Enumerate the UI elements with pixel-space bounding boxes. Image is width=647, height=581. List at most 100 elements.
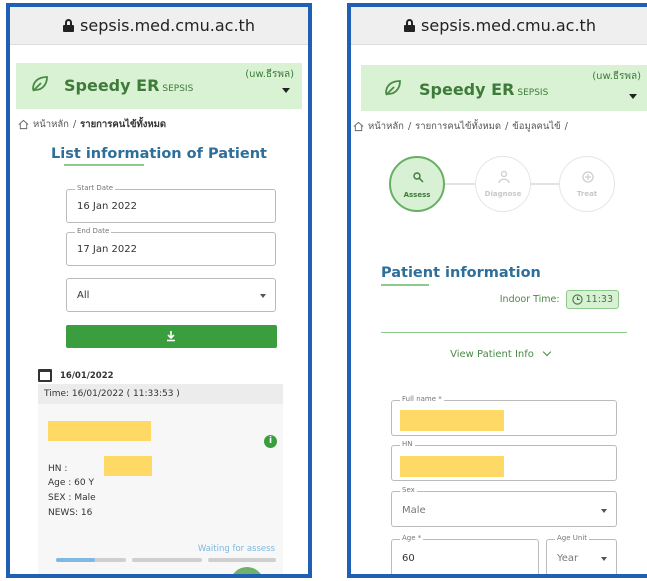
download-button[interactable] <box>66 325 277 348</box>
breadcrumb-current: รายการคนไข้ทั้งหมด <box>80 119 167 130</box>
leaf-logo-icon <box>385 80 401 96</box>
step-label: Assess <box>403 191 431 199</box>
start-date-value: 16 Jan 2022 <box>77 201 137 212</box>
indoor-time-value: 11:33 <box>585 294 613 305</box>
chevron-down-icon <box>542 347 552 357</box>
start-date-label: Start Date <box>75 184 116 192</box>
lock-icon <box>404 19 416 32</box>
user-name: (uw.ธีรพล) <box>245 69 294 80</box>
step-treat[interactable]: Treat <box>559 156 615 212</box>
sex-select[interactable]: Sex Male <box>391 486 617 527</box>
screen-patient-list: sepsis.med.cmu.ac.th Speedy ER SEPSIS (uw… <box>10 7 308 574</box>
age-unit-select[interactable]: Age Unit Year <box>546 534 617 574</box>
info-icon[interactable]: i <box>264 435 277 448</box>
end-date-value: 17 Jan 2022 <box>77 244 137 255</box>
status-filter-value: All <box>77 290 90 301</box>
download-icon <box>167 331 175 342</box>
view-patient-info-label: View Patient Info <box>450 349 534 360</box>
phone-frame-right: sepsis.med.cmu.ac.th Speedy ER SEPSIS (uw… <box>347 3 647 578</box>
step-assess[interactable]: Assess <box>389 156 445 212</box>
treat-icon <box>582 171 594 183</box>
screen-patient-info: sepsis.med.cmu.ac.th Speedy ER SEPSIS (uw… <box>351 7 647 574</box>
section-divider <box>381 332 627 333</box>
dropdown-caret-icon <box>260 294 266 298</box>
leaf-logo-icon <box>32 76 48 92</box>
step-label: Diagnose <box>484 190 522 198</box>
breadcrumb-sep: / <box>407 121 412 132</box>
assess-icon <box>413 172 424 183</box>
card-hn: HN : <box>48 464 68 474</box>
breadcrumb: หน้าหลัก / รายการคนไข้ทั้งหมด <box>10 109 308 132</box>
hn-label: HN <box>400 440 415 448</box>
home-icon[interactable] <box>18 119 29 130</box>
breadcrumb-sep: / <box>505 121 509 132</box>
indoor-time: Indoor Time: 11:33 <box>500 290 619 309</box>
redacted-hn <box>104 456 152 476</box>
breadcrumb-sep: / <box>564 121 568 132</box>
card-time: Time: 16/01/2022 ( 11:33:53 ) <box>38 384 283 404</box>
age-value: 60 <box>402 553 415 564</box>
date-group-header: 16/01/2022 <box>38 369 114 382</box>
step-diagnose[interactable]: Diagnose <box>475 156 531 212</box>
age-unit-label: Age Unit <box>555 534 590 542</box>
url-text: sepsis.med.cmu.ac.th <box>421 16 596 35</box>
card-sex: SEX : Male <box>48 493 96 503</box>
app-header: Speedy ER SEPSIS (uw.ธีรพล) <box>16 63 302 109</box>
brand-name: Speedy ER SEPSIS <box>419 80 549 99</box>
dropdown-caret-icon <box>601 509 607 513</box>
age-field[interactable]: Age * 60 <box>391 534 539 574</box>
progress-track-2 <box>132 558 202 562</box>
breadcrumb: หน้าหลัก / รายการคนไข้ทั้งหมด / ข้อมูลคน… <box>351 111 647 134</box>
title-underline <box>64 164 144 166</box>
user-menu-caret-icon[interactable] <box>629 94 637 99</box>
brand-name: Speedy ER SEPSIS <box>64 76 194 95</box>
sex-label: Sex <box>400 486 417 494</box>
date-group-label: 16/01/2022 <box>60 370 114 381</box>
age-label: Age * <box>400 534 424 542</box>
fullname-label: Full name * <box>400 395 444 403</box>
view-patient-info-toggle[interactable]: View Patient Info <box>351 347 647 360</box>
diagnose-icon <box>498 170 510 184</box>
app-header: Speedy ER SEPSIS (uw.ธีรพล) <box>361 65 647 111</box>
breadcrumb-current: ข้อมูลคนไข้ <box>512 121 561 132</box>
card-status: Waiting for assess <box>197 544 275 554</box>
sex-value: Male <box>402 505 426 516</box>
start-date-field[interactable]: Start Date 16 Jan 2022 <box>66 184 276 223</box>
progress-track-1 <box>56 558 126 562</box>
breadcrumb-home[interactable]: หน้าหลัก <box>368 119 404 134</box>
address-bar[interactable]: sepsis.med.cmu.ac.th <box>351 7 647 45</box>
section-underline <box>381 284 429 286</box>
end-date-label: End Date <box>75 227 112 235</box>
redacted-hn <box>400 456 504 477</box>
clock-icon <box>571 294 583 305</box>
calendar-icon <box>38 369 52 382</box>
breadcrumb-list[interactable]: รายการคนไข้ทั้งหมด <box>415 119 501 134</box>
address-bar[interactable]: sepsis.med.cmu.ac.th <box>10 7 308 45</box>
indoor-time-label: Indoor Time: <box>499 294 560 305</box>
user-name: (uw.ธีรพล) <box>592 71 641 82</box>
url-text: sepsis.med.cmu.ac.th <box>80 16 255 35</box>
patient-card[interactable]: Time: 16/01/2022 ( 11:33:53 ) i HN : Age… <box>38 384 283 574</box>
indoor-time-badge: 11:33 <box>565 290 619 309</box>
hn-field[interactable]: HN <box>391 440 617 481</box>
breadcrumb-home[interactable]: หน้าหลัก <box>33 117 69 132</box>
progress-track-3 <box>208 558 276 562</box>
age-unit-value: Year <box>557 553 579 564</box>
lock-icon <box>63 19 75 32</box>
status-filter-select[interactable]: All <box>66 278 276 312</box>
redacted-name <box>48 421 151 441</box>
card-age: Age : 60 Y <box>48 478 94 488</box>
home-icon[interactable] <box>353 121 364 132</box>
end-date-field[interactable]: End Date 17 Jan 2022 <box>66 227 276 266</box>
section-title: Patient information <box>381 265 541 281</box>
dropdown-caret-icon <box>601 557 607 561</box>
redacted-fullname <box>400 410 504 431</box>
workflow-stepper: Assess Diagnose Treat <box>351 151 647 212</box>
progress-fill-1 <box>56 558 95 562</box>
user-menu-caret-icon[interactable] <box>282 88 290 93</box>
fullname-field[interactable]: Full name * <box>391 395 617 436</box>
page-title: List information of Patient <box>51 146 267 162</box>
breadcrumb-sep: / <box>72 119 77 130</box>
card-news: NEWS: 16 <box>48 508 93 518</box>
phone-frame-left: sepsis.med.cmu.ac.th Speedy ER SEPSIS (uw… <box>6 3 312 578</box>
